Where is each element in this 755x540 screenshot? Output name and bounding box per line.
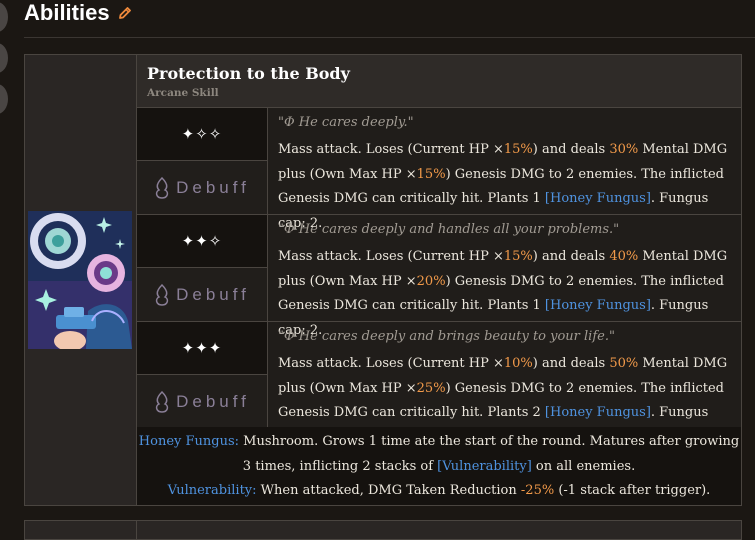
portrait-column <box>25 55 137 505</box>
tier-stars: ✦✦✧ <box>137 215 268 268</box>
vulnerability-link[interactable]: [Vulnerability] <box>437 459 532 474</box>
tier-stars: ✦✦✦ <box>137 322 268 375</box>
skill-tier-3: ✦✦✦ Debuff "Φ He cares deeply and brings… <box>137 322 741 445</box>
side-nav-dot[interactable] <box>0 84 8 114</box>
mental-percent: 50% <box>609 356 639 371</box>
debuff-icon <box>155 390 169 413</box>
max-hp-percent: 15% <box>416 166 446 182</box>
tier-quote: "Φ He cares deeply and handles all your … <box>278 222 620 237</box>
vulnerability-term[interactable]: Vulnerability: <box>168 483 257 498</box>
mental-percent: 30% <box>609 142 639 157</box>
skill-tier-2: ✦✦✧ Debuff "Φ He cares deeply and handle… <box>137 215 741 338</box>
debuff-label: Debuff <box>176 177 250 197</box>
side-nav-dot[interactable] <box>0 43 8 73</box>
hp-percent: 15% <box>503 249 533 264</box>
max-hp-percent: 25% <box>416 380 446 396</box>
desc-text: Mass attack. Loses (Current HP × <box>278 142 504 157</box>
hp-percent: 15% <box>503 142 533 157</box>
section-heading: Abilities <box>24 0 132 26</box>
debuff-tag: Debuff <box>137 268 268 321</box>
skill-type: Arcane Skill <box>147 87 219 99</box>
note-text: (-1 stack after trigger). <box>554 483 711 498</box>
tier-stars: ✦✧✧ <box>137 108 268 161</box>
note-text: When attacked, DMG Taken Reduction <box>256 483 521 498</box>
desc-text: ) and deals <box>532 356 610 371</box>
reduction-percent: -25% <box>520 483 555 498</box>
debuff-icon <box>155 176 169 199</box>
next-ability-card <box>24 520 742 540</box>
desc-text: Mass attack. Loses (Current HP × <box>278 356 504 371</box>
heading-divider <box>24 37 755 38</box>
section-title: Abilities <box>24 0 110 25</box>
honey-fungus-link[interactable]: [Honey Fungus] <box>545 298 651 313</box>
honey-fungus-term[interactable]: Honey Fungus: <box>139 434 239 449</box>
debuff-icon <box>155 283 169 306</box>
character-portrait <box>28 211 132 349</box>
tier-quote: "Φ He cares deeply." <box>278 115 414 130</box>
keyword-notes: Honey Fungus: Mushroom. Grows 1 time ate… <box>137 427 741 505</box>
vulnerability-note: Vulnerability: When attacked, DMG Taken … <box>137 479 741 504</box>
tier-quote: "Φ He cares deeply and brings beauty to … <box>278 329 615 344</box>
debuff-tag: Debuff <box>137 161 268 214</box>
honey-fungus-note: Honey Fungus: Mushroom. Grows 1 time ate… <box>137 430 741 479</box>
side-nav-dot[interactable] <box>0 2 8 32</box>
honey-fungus-link[interactable]: [Honey Fungus] <box>545 191 651 206</box>
hp-percent: 10% <box>503 356 533 371</box>
mental-percent: 40% <box>609 249 639 264</box>
skill-header: Protection to the Body Arcane Skill <box>137 55 741 108</box>
debuff-label: Debuff <box>176 284 250 304</box>
debuff-label: Debuff <box>176 391 250 411</box>
note-text: on all enemies. <box>531 458 636 474</box>
desc-text: Mass attack. Loses (Current HP × <box>278 249 504 264</box>
debuff-tag: Debuff <box>137 375 268 428</box>
desc-text: ) and deals <box>532 249 610 264</box>
edit-pencil-icon[interactable] <box>118 6 132 20</box>
max-hp-percent: 20% <box>416 273 446 289</box>
skill-tier-1: ✦✧✧ Debuff "Φ He cares deeply." Mass att… <box>137 108 741 231</box>
skill-name: Protection to the Body <box>147 64 350 83</box>
ability-card: Protection to the Body Arcane Skill ✦✧✧ … <box>24 54 742 506</box>
honey-fungus-link[interactable]: [Honey Fungus] <box>545 405 651 420</box>
desc-text: ) and deals <box>532 142 610 157</box>
